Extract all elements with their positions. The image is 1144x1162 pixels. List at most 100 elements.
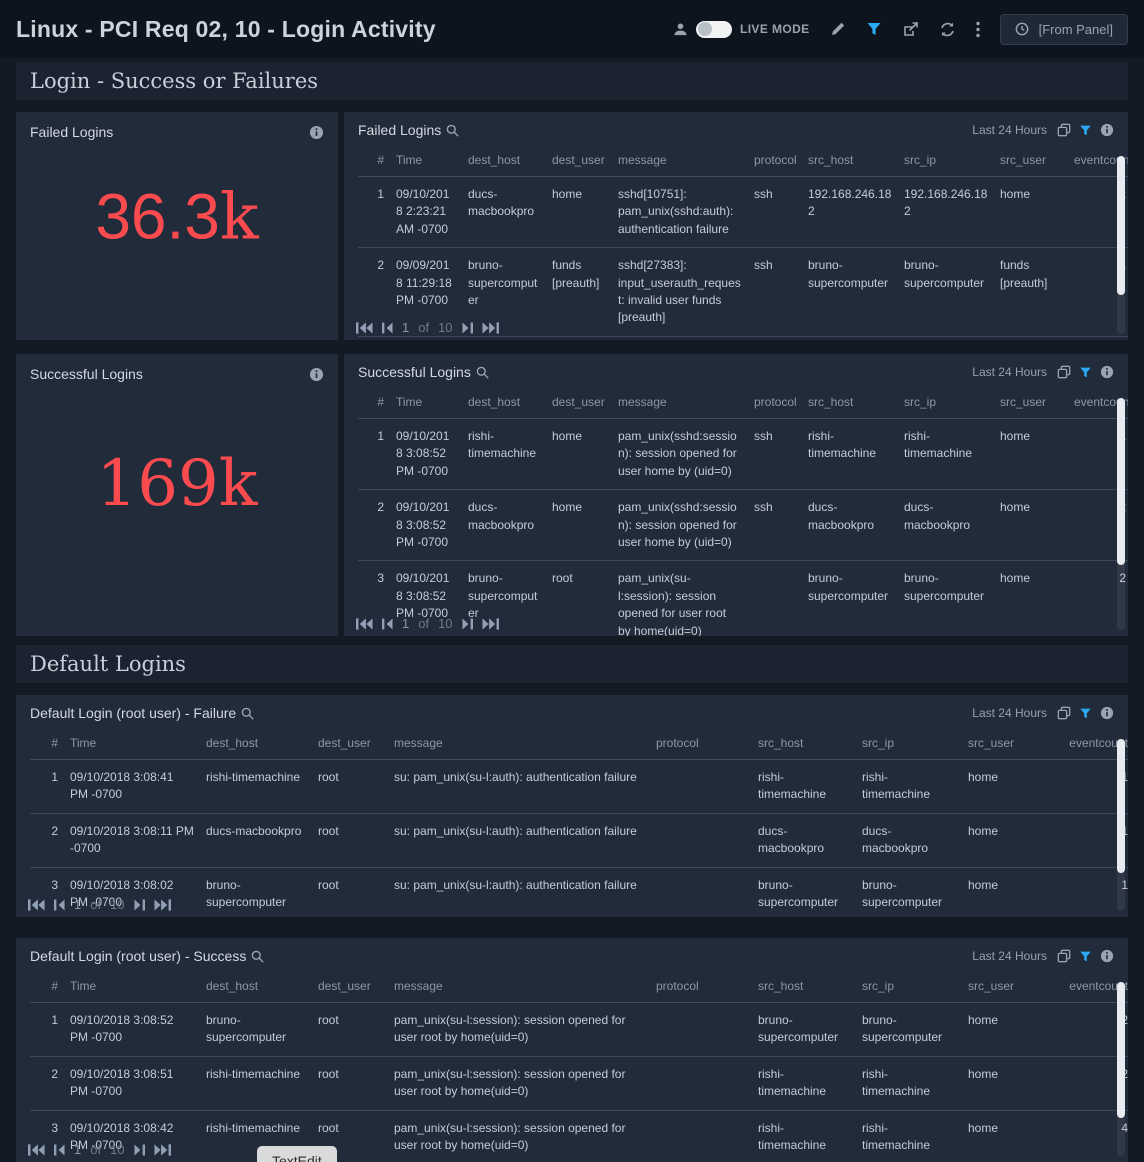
info-icon[interactable] xyxy=(1100,949,1114,963)
pager-last-button[interactable] xyxy=(154,1144,171,1156)
scrollbar-thumb[interactable] xyxy=(1117,398,1125,565)
column-header-num[interactable]: # xyxy=(358,388,390,419)
from-panel-button[interactable]: [From Panel] xyxy=(1000,14,1128,45)
column-header-dest_user[interactable]: dest_user xyxy=(546,146,612,177)
magnifier-icon[interactable] xyxy=(251,950,264,963)
column-header-dest_host[interactable]: dest_host xyxy=(462,146,546,177)
column-header-Time[interactable]: Time xyxy=(390,388,462,419)
successful-logins-table-panel: Successful Logins Last 24 Hours #Timedes… xyxy=(344,354,1128,636)
column-header-message[interactable]: message xyxy=(612,388,748,419)
filter-icon[interactable] xyxy=(866,21,882,37)
column-header-dest_host[interactable]: dest_host xyxy=(200,729,312,760)
column-header-src_host[interactable]: src_host xyxy=(752,729,856,760)
live-mode-toggle[interactable] xyxy=(696,21,732,38)
copy-icon[interactable] xyxy=(1057,123,1071,137)
pager-last-button[interactable] xyxy=(482,322,499,334)
pager-first-button[interactable] xyxy=(356,322,373,334)
scrollbar-thumb[interactable] xyxy=(1117,739,1125,873)
info-icon[interactable] xyxy=(309,125,324,140)
table-row[interactable]: 109/10/2018 3:08:41 PM -0700rishi-timema… xyxy=(30,760,1128,814)
column-header-protocol[interactable]: protocol xyxy=(650,972,752,1003)
table-cell: bruno-supercomputer xyxy=(898,561,994,636)
column-header-protocol[interactable]: protocol xyxy=(748,146,802,177)
column-header-protocol[interactable]: protocol xyxy=(748,388,802,419)
edit-pencil-icon[interactable] xyxy=(830,21,846,37)
column-header-protocol[interactable]: protocol xyxy=(650,729,752,760)
table-row[interactable]: 309/10/2018 3:08:02 PM -0700bruno-superc… xyxy=(30,867,1128,917)
column-header-src_user[interactable]: src_user xyxy=(994,388,1068,419)
column-header-src_ip[interactable]: src_ip xyxy=(856,729,962,760)
table-row[interactable]: 309/10/2018 3:02:41 PM -0700rishi-timema… xyxy=(358,336,1128,340)
filter-icon[interactable] xyxy=(1079,707,1092,720)
user-icon[interactable] xyxy=(673,22,688,37)
column-header-Time[interactable]: Time xyxy=(390,146,462,177)
pager-prev-button[interactable] xyxy=(382,618,393,630)
column-header-num[interactable]: # xyxy=(30,729,64,760)
column-header-src_ip[interactable]: src_ip xyxy=(856,972,962,1003)
pager-last-button[interactable] xyxy=(482,618,499,630)
table-row[interactable]: 309/10/2018 3:08:42 PM -0700rishi-timema… xyxy=(30,1110,1128,1162)
column-header-dest_user[interactable]: dest_user xyxy=(312,729,388,760)
table-scrollbar[interactable] xyxy=(1117,398,1125,630)
column-header-dest_user[interactable]: dest_user xyxy=(312,972,388,1003)
pager-next-button[interactable] xyxy=(134,899,145,911)
copy-icon[interactable] xyxy=(1057,949,1071,963)
column-header-message[interactable]: message xyxy=(388,729,650,760)
column-header-num[interactable]: # xyxy=(358,146,390,177)
table-scrollbar[interactable] xyxy=(1117,156,1125,334)
more-kebab-icon[interactable] xyxy=(976,21,980,38)
table-cell: root xyxy=(312,760,388,814)
filter-icon[interactable] xyxy=(1079,366,1092,379)
copy-icon[interactable] xyxy=(1057,706,1071,720)
column-header-src_user[interactable]: src_user xyxy=(962,972,1058,1003)
pager-first-button[interactable] xyxy=(356,618,373,630)
column-header-message[interactable]: message xyxy=(388,972,650,1003)
table-row[interactable]: 209/10/2018 3:08:11 PM -0700ducs-macbook… xyxy=(30,813,1128,867)
pager-next-button[interactable] xyxy=(134,1144,145,1156)
scrollbar-thumb[interactable] xyxy=(1117,982,1125,1118)
magnifier-icon[interactable] xyxy=(241,707,254,720)
info-icon[interactable] xyxy=(1100,123,1114,137)
column-header-num[interactable]: # xyxy=(30,972,64,1003)
table-scrollbar[interactable] xyxy=(1117,739,1125,911)
pager-first-button[interactable] xyxy=(28,1144,45,1156)
pager-next-button[interactable] xyxy=(462,618,473,630)
scrollbar-thumb[interactable] xyxy=(1117,156,1125,295)
column-header-src_ip[interactable]: src_ip xyxy=(898,388,994,419)
table-cell: rishi-timemachine xyxy=(856,760,962,814)
info-icon[interactable] xyxy=(1100,365,1114,379)
filter-icon[interactable] xyxy=(1079,950,1092,963)
pager-prev-button[interactable] xyxy=(382,322,393,334)
refresh-icon[interactable] xyxy=(939,21,956,38)
column-header-message[interactable]: message xyxy=(612,146,748,177)
pager-first-button[interactable] xyxy=(28,899,45,911)
column-header-Time[interactable]: Time xyxy=(64,729,200,760)
pager-prev-button[interactable] xyxy=(54,1144,65,1156)
magnifier-icon[interactable] xyxy=(446,124,459,137)
column-header-Time[interactable]: Time xyxy=(64,972,200,1003)
filter-icon[interactable] xyxy=(1079,124,1092,137)
table-row[interactable]: 209/10/2018 3:08:52 PM -0700ducs-macbook… xyxy=(358,490,1128,561)
table-row[interactable]: 209/10/2018 3:08:51 PM -0700rishi-timema… xyxy=(30,1056,1128,1110)
column-header-src_user[interactable]: src_user xyxy=(994,146,1068,177)
column-header-dest_host[interactable]: dest_host xyxy=(462,388,546,419)
column-header-dest_user[interactable]: dest_user xyxy=(546,388,612,419)
pager-last-button[interactable] xyxy=(154,899,171,911)
column-header-src_ip[interactable]: src_ip xyxy=(898,146,994,177)
magnifier-icon[interactable] xyxy=(476,366,489,379)
info-icon[interactable] xyxy=(1100,706,1114,720)
copy-icon[interactable] xyxy=(1057,365,1071,379)
table-row[interactable]: 109/10/2018 3:08:52 PM -0700bruno-superc… xyxy=(30,1003,1128,1057)
column-header-dest_host[interactable]: dest_host xyxy=(200,972,312,1003)
column-header-src_host[interactable]: src_host xyxy=(802,388,898,419)
column-header-src_host[interactable]: src_host xyxy=(802,146,898,177)
column-header-src_user[interactable]: src_user xyxy=(962,729,1058,760)
table-scrollbar[interactable] xyxy=(1117,982,1125,1156)
column-header-src_host[interactable]: src_host xyxy=(752,972,856,1003)
table-row[interactable]: 109/10/2018 2:23:21 AM -0700ducs-macbook… xyxy=(358,177,1128,248)
pager-prev-button[interactable] xyxy=(54,899,65,911)
info-icon[interactable] xyxy=(309,367,324,382)
pager-next-button[interactable] xyxy=(462,322,473,334)
share-icon[interactable] xyxy=(902,21,919,38)
table-row[interactable]: 109/10/2018 3:08:52 PM -0700rishi-timema… xyxy=(358,419,1128,490)
